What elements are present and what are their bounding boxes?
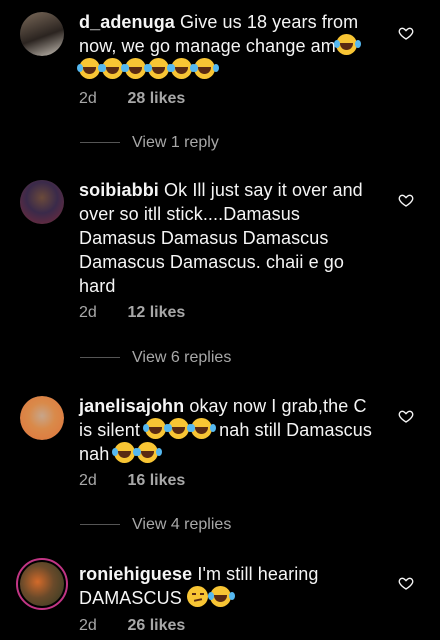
laugh-emoji-icon bbox=[143, 418, 167, 439]
laugh-emoji-icon bbox=[189, 418, 213, 439]
view-replies-button[interactable]: View 6 replies bbox=[80, 349, 231, 367]
likes-count[interactable]: 16 likes bbox=[127, 472, 185, 489]
heart-icon[interactable] bbox=[398, 408, 414, 424]
heart-icon[interactable] bbox=[398, 192, 414, 208]
avatar-with-story-ring[interactable] bbox=[16, 558, 68, 610]
comment-username[interactable]: janelisajohn bbox=[79, 396, 184, 416]
heart-icon[interactable] bbox=[398, 575, 414, 591]
comment-time: 2d bbox=[79, 472, 97, 489]
comment-username[interactable]: roniehiguese bbox=[79, 564, 192, 584]
laugh-emoji-icon bbox=[100, 58, 123, 79]
avatar[interactable] bbox=[20, 180, 64, 224]
divider bbox=[80, 357, 120, 359]
comment-meta: 2d 26 likes bbox=[79, 617, 185, 635]
comment-time: 2d bbox=[79, 617, 97, 634]
laugh-emoji-icon bbox=[123, 58, 146, 79]
divider bbox=[80, 142, 120, 144]
laugh-emoji-icon bbox=[169, 58, 192, 79]
laugh-emoji-icon bbox=[192, 58, 215, 79]
avatar[interactable] bbox=[20, 12, 64, 56]
divider bbox=[80, 524, 120, 526]
comment-meta: 2d 16 likes bbox=[79, 472, 185, 490]
view-replies-button[interactable]: View 1 reply bbox=[80, 134, 219, 152]
comment-username[interactable]: soibiabbi bbox=[79, 180, 159, 200]
comment-meta: 2d 12 likes bbox=[79, 304, 185, 322]
comment-username[interactable]: d_adenuga bbox=[79, 12, 175, 32]
smirk-emoji-icon bbox=[186, 586, 208, 607]
comment-meta: 2d 28 likes bbox=[79, 90, 185, 108]
laugh-emoji-icon bbox=[207, 586, 231, 607]
laugh-emoji-icon bbox=[112, 442, 136, 463]
comment-time: 2d bbox=[79, 304, 97, 321]
likes-count[interactable]: 28 likes bbox=[127, 90, 185, 107]
laugh-emoji-icon bbox=[135, 442, 159, 463]
heart-icon[interactable] bbox=[398, 25, 414, 41]
avatar[interactable] bbox=[20, 396, 64, 440]
laugh-emoji-icon bbox=[333, 34, 357, 55]
likes-count[interactable]: 12 likes bbox=[127, 304, 185, 321]
laugh-emoji-icon bbox=[166, 418, 190, 439]
laugh-emoji-icon bbox=[146, 58, 169, 79]
comment-time: 2d bbox=[79, 90, 97, 107]
view-replies-button[interactable]: View 4 replies bbox=[80, 516, 231, 534]
likes-count[interactable]: 26 likes bbox=[127, 617, 185, 634]
laugh-emoji-icon bbox=[77, 58, 100, 79]
